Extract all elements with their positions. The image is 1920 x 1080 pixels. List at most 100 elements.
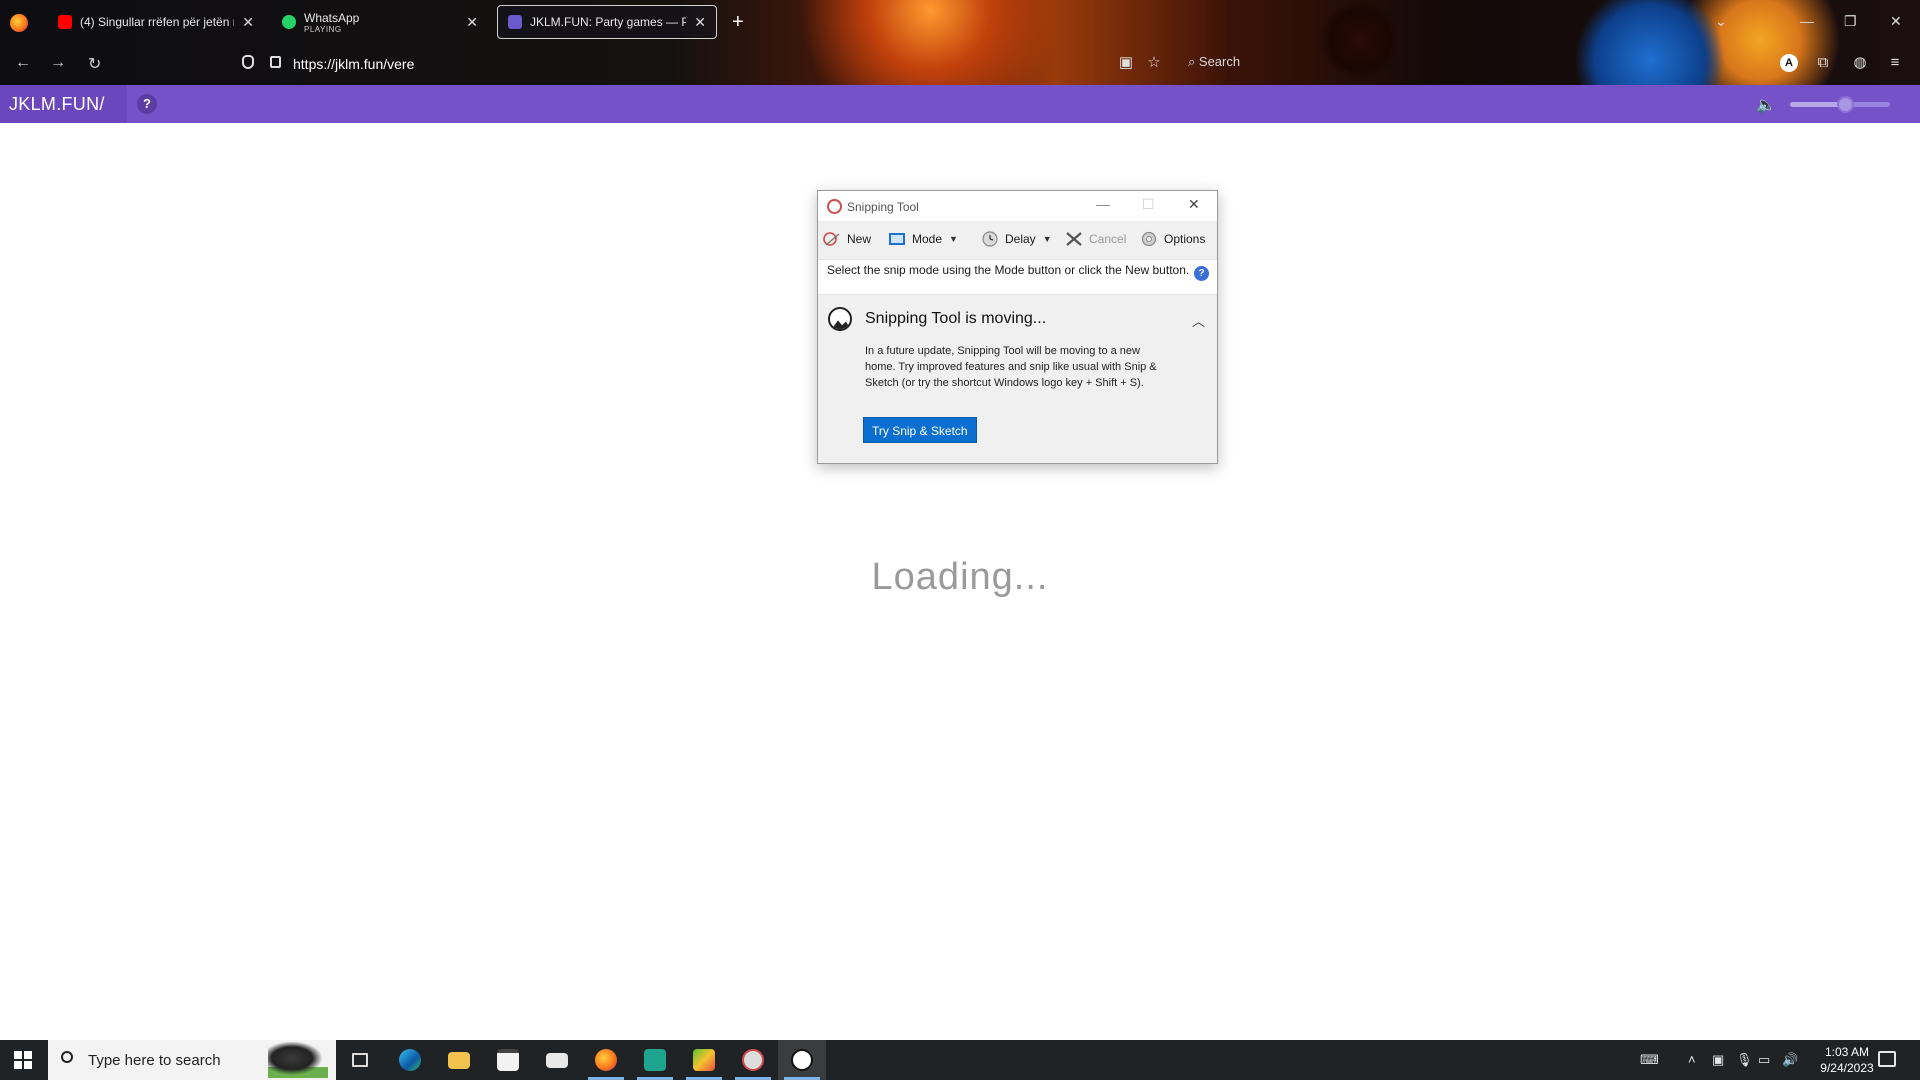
tab-title: WhatsApp (304, 10, 360, 25)
toolbar: New Mode ▼ Delay ▼ Cancel Options (818, 225, 1217, 255)
search-icon (61, 1051, 73, 1063)
jklm-icon (508, 15, 522, 29)
delay-button[interactable]: Delay ▼ (981, 231, 1052, 247)
new-tab-button[interactable]: + (732, 11, 744, 34)
forward-button[interactable]: → (50, 54, 66, 72)
globe-icon[interactable]: ◍ (1852, 55, 1868, 71)
firefox-taskbar-icon[interactable] (582, 1040, 630, 1080)
meet-now-icon[interactable]: ▣ (1712, 1052, 1724, 1068)
chevron-down-icon[interactable]: ▼ (949, 234, 958, 244)
close-icon[interactable]: ✕ (466, 14, 478, 31)
browser-chrome: (4) Singullar rrëfen për jetën me ✕ What… (0, 0, 1920, 85)
close-button[interactable]: ✕ (1188, 196, 1200, 213)
bookmark-star-icon[interactable]: ☆ (1146, 55, 1162, 71)
address-bar[interactable]: https://jklm.fun/vere (293, 56, 414, 72)
notice-body: In a future update, Snipping Tool will b… (865, 345, 1157, 389)
x-icon (1066, 232, 1082, 246)
windows-start-icon[interactable] (14, 1051, 32, 1069)
mail-icon[interactable] (533, 1040, 581, 1080)
search-highlight-image (268, 1042, 328, 1078)
tracking-shield-icon[interactable] (242, 55, 254, 69)
taskbar-search-placeholder: Type here to search (88, 1052, 221, 1069)
site-header: JKLM.FUN/ ? 🔈 (0, 85, 1920, 123)
delay-label: Delay (1005, 232, 1036, 246)
tab-youtube[interactable]: (4) Singullar rrëfen për jetën me ✕ (48, 5, 264, 39)
help-button[interactable]: ? (137, 94, 157, 114)
options-label: Options (1164, 232, 1206, 246)
clock-icon (982, 231, 998, 247)
tab-title: JKLM.FUN: Party games — PC & (530, 15, 687, 29)
extensions-icon[interactable]: ⧉ (1815, 55, 1831, 71)
clock-date: 9/24/2023 (1820, 1061, 1874, 1075)
lock-icon[interactable] (270, 56, 281, 68)
firefox-icon[interactable] (10, 14, 28, 32)
snipping-tool-icon (827, 199, 842, 214)
network-icon[interactable]: ▭ (1758, 1052, 1770, 1068)
clock-time: 1:03 AM (1824, 1045, 1870, 1059)
tab-strip: (4) Singullar rrëfen për jetën me ✕ What… (0, 5, 1920, 39)
volume-slider[interactable] (1790, 96, 1890, 113)
cancel-button: Cancel (1065, 231, 1126, 247)
search-icon: ⌕ (1188, 54, 1196, 69)
store-icon[interactable] (484, 1040, 532, 1080)
snipping-tool-taskbar-icon[interactable] (729, 1040, 777, 1080)
window-titlebar[interactable]: Snipping Tool — ☐ ✕ (818, 191, 1217, 221)
site-logo[interactable]: JKLM.FUN/ (0, 85, 127, 123)
volume-icon[interactable]: 🔊 (1782, 1052, 1798, 1068)
new-snip-icon (823, 232, 840, 246)
mode-button[interactable]: Mode ▼ (888, 231, 958, 247)
volume-knob[interactable] (1837, 96, 1854, 113)
help-icon[interactable]: ? (1194, 266, 1209, 281)
reader-view-icon[interactable]: ▣ (1118, 55, 1134, 71)
new-label: New (847, 232, 872, 246)
app-green-icon[interactable] (631, 1040, 679, 1080)
file-explorer-icon[interactable] (435, 1040, 483, 1080)
minimize-button[interactable]: — (1800, 13, 1814, 29)
system-clock[interactable]: 1:03 AM 9/24/2023 (1812, 1044, 1882, 1076)
account-avatar[interactable]: A (1780, 54, 1798, 72)
edge-icon[interactable] (386, 1040, 434, 1080)
search-box[interactable]: ⌕ Search (1188, 54, 1240, 70)
close-icon[interactable]: ✕ (694, 14, 706, 31)
microphone-icon[interactable]: 🎙 (1736, 1052, 1753, 1068)
restore-button[interactable]: ❐ (1844, 13, 1857, 30)
window-title: Snipping Tool (847, 200, 919, 214)
chevron-down-icon[interactable]: ▼ (1043, 234, 1052, 244)
new-button[interactable]: New (823, 231, 871, 247)
notification-center-icon[interactable] (1878, 1051, 1896, 1067)
tab-subtitle: PLAYING (304, 24, 342, 34)
close-icon[interactable]: ✕ (242, 14, 254, 31)
window-close-button[interactable]: ✕ (1890, 13, 1902, 30)
info-text: Select the snip mode using the Mode butt… (827, 263, 1190, 277)
minimize-button[interactable]: — (1096, 196, 1110, 212)
bluestacks-icon[interactable] (680, 1040, 728, 1080)
task-view-icon[interactable] (336, 1040, 384, 1080)
tab-whatsapp[interactable]: WhatsApp PLAYING ✕ (272, 5, 488, 39)
search-placeholder: Search (1198, 54, 1241, 69)
reload-button[interactable]: ↻ (88, 54, 101, 74)
nav-bar: ← → ↻ https://jklm.fun/vere ▣ ☆ ⌕ Search… (0, 48, 1920, 82)
loading-text: Loading... (871, 556, 1049, 598)
info-bar: Select the snip mode using the Mode butt… (818, 259, 1217, 295)
menu-icon[interactable]: ≡ (1887, 55, 1903, 71)
speaker-icon[interactable]: 🔈 (1756, 95, 1776, 114)
mode-icon (889, 233, 905, 245)
taskbar: Type here to search ⌨ ˄ ▣ 🎙 ▭ 🔊 1:03 AM … (0, 1040, 1920, 1080)
youtube-icon (58, 15, 72, 29)
try-snip-sketch-button[interactable]: Try Snip & Sketch (863, 417, 977, 443)
mode-label: Mode (912, 232, 943, 246)
taskbar-search[interactable]: Type here to search (48, 1040, 336, 1080)
options-button[interactable]: Options (1140, 231, 1205, 247)
cancel-label: Cancel (1089, 232, 1127, 246)
snipping-tool-window[interactable]: Snipping Tool — ☐ ✕ New Mode ▼ Delay ▼ C… (817, 190, 1218, 464)
whatsapp-icon (282, 15, 296, 29)
back-button[interactable]: ← (15, 54, 31, 72)
snip-sketch-icon (828, 307, 852, 331)
maximize-button: ☐ (1142, 196, 1155, 212)
keyboard-icon[interactable]: ⌨ (1640, 1052, 1659, 1068)
chevron-up-icon[interactable]: ︿ (1192, 311, 1205, 330)
tab-list-chevron-icon[interactable]: ⌄ (1715, 13, 1727, 30)
snip-sketch-taskbar-icon[interactable] (778, 1040, 826, 1080)
tab-jklm[interactable]: JKLM.FUN: Party games — PC & ✕ (497, 5, 717, 39)
chevron-up-icon[interactable]: ˄ (1688, 1052, 1696, 1067)
